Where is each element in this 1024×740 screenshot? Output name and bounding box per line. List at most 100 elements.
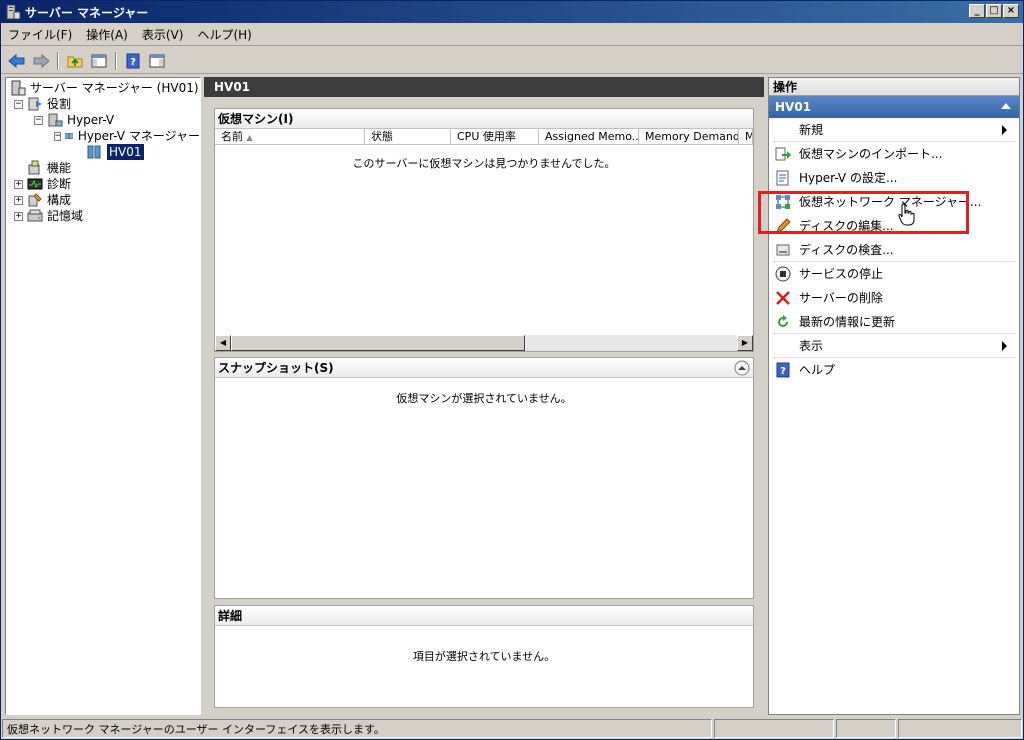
action-new[interactable]: 新規: [773, 118, 1015, 142]
collapse-toggle[interactable]: −: [14, 99, 23, 109]
collapse-toggle[interactable]: −: [34, 115, 43, 125]
action-inspect-disk[interactable]: ディスクの検査...: [773, 238, 1015, 262]
tree-label: 診断: [47, 177, 72, 191]
menu-bar: ファイル(F) 操作(A) 表示(V) ヘルプ(H): [1, 24, 1023, 46]
status-panel: [898, 719, 1022, 738]
scroll-thumb[interactable]: [231, 335, 525, 351]
navigation-tree: サーバー マネージャー (HV01) − 役割 − Hyper-V − Hype…: [5, 77, 201, 715]
back-icon[interactable]: [7, 51, 27, 71]
tree-item-storage[interactable]: + 記憶域: [6, 208, 200, 224]
hyperv-icon: [48, 113, 63, 127]
scroll-left-button[interactable]: ◀: [215, 335, 231, 351]
tree-label: 役割: [47, 97, 72, 111]
tree-item-hyperv-manager[interactable]: − Hyper-V マネージャー: [6, 128, 200, 144]
expand-toggle[interactable]: +: [14, 195, 23, 205]
action-label: Hyper-V の設定...: [799, 171, 898, 185]
inspect-disk-icon: [776, 244, 790, 256]
server-manager-icon: [6, 4, 21, 20]
svg-text:?: ?: [130, 57, 136, 68]
menu-action[interactable]: 操作(A): [79, 25, 135, 45]
expand-toggle[interactable]: +: [14, 179, 23, 189]
toolbar: ?: [1, 48, 1023, 74]
action-stop-service[interactable]: サービスの停止: [769, 262, 1019, 286]
title-bar[interactable]: サーバー マネージャー _ □ ×: [1, 1, 1023, 23]
actions-group-label: HV01: [775, 100, 812, 114]
horizontal-scrollbar[interactable]: ◀ ▶: [215, 335, 753, 351]
close-button[interactable]: ×: [1003, 4, 1019, 18]
server-icon: [87, 145, 101, 159]
action-label: サービスの停止: [799, 267, 884, 281]
tree-item-diagnostics[interactable]: + 診断: [6, 176, 200, 192]
status-text: 仮想ネットワーク マネージャーのユーザー インターフェイスを表示します。: [2, 719, 712, 738]
snapshot-empty-message: 仮想マシンが選択されていません。: [396, 392, 572, 405]
column-header-assigned-memory[interactable]: Assigned Memo...: [539, 129, 639, 144]
tree-item-hv01[interactable]: HV01: [6, 144, 200, 160]
submenu-arrow-icon: [1002, 125, 1007, 135]
action-import-vm[interactable]: 仮想マシンのインポート...: [769, 142, 1019, 166]
details-section: 詳細 項目が選択されていません。: [214, 605, 754, 708]
tree-item-server-manager[interactable]: サーバー マネージャー (HV01): [6, 80, 200, 96]
action-refresh[interactable]: 最新の情報に更新: [773, 310, 1015, 334]
column-header-name[interactable]: 名前 ▲: [215, 129, 365, 144]
maximize-button[interactable]: □: [986, 4, 1002, 18]
minimize-button[interactable]: _: [969, 4, 985, 18]
actions-pane: 操作 HV01 新規 仮想マシンのインポート... Hyper-V の設定...…: [768, 77, 1020, 715]
features-icon: [28, 160, 40, 175]
svg-text:?: ?: [780, 366, 786, 377]
action-view[interactable]: 表示: [773, 334, 1015, 358]
action-help[interactable]: ? ヘルプ: [769, 358, 1019, 382]
column-header-more[interactable]: M: [739, 129, 753, 144]
tree-label-selected: HV01: [107, 144, 144, 160]
expand-toggle[interactable]: +: [14, 211, 23, 221]
configuration-icon: [28, 193, 42, 207]
section-title: スナップショット(S): [215, 358, 753, 378]
status-panel: [714, 719, 834, 738]
scroll-right-button[interactable]: ▶: [737, 335, 753, 351]
section-title: 仮想マシン(I): [215, 109, 753, 129]
toolbar-separator: [115, 51, 117, 70]
section-title: 詳細: [215, 606, 753, 626]
highlight-annotation: [758, 191, 969, 234]
up-folder-icon[interactable]: [65, 51, 85, 71]
submenu-arrow-icon: [1002, 341, 1007, 351]
remove-server-icon: [776, 291, 790, 305]
column-header-memory-demand[interactable]: Memory Demand: [639, 129, 739, 144]
column-header-cpu[interactable]: CPU 使用率: [451, 129, 539, 144]
storage-icon: [27, 209, 43, 222]
action-label: 表示: [799, 339, 824, 353]
diagnostics-icon: [27, 178, 43, 190]
status-panel: [836, 719, 896, 738]
help-icon: ?: [776, 362, 790, 378]
tree-item-configuration[interactable]: + 構成: [6, 192, 200, 208]
action-hyperv-settings[interactable]: Hyper-V の設定...: [769, 166, 1019, 190]
collapse-section-icon[interactable]: [734, 360, 750, 376]
tree-item-hyperv[interactable]: − Hyper-V: [6, 112, 200, 128]
menu-file[interactable]: ファイル(F): [1, 25, 79, 45]
actions-header: 操作: [769, 78, 1019, 96]
help-icon[interactable]: ?: [123, 51, 143, 71]
menu-view[interactable]: 表示(V): [135, 25, 191, 45]
action-label: 新規: [799, 123, 824, 137]
tree-label: 記憶域: [47, 209, 84, 223]
menu-help[interactable]: ヘルプ(H): [190, 25, 258, 45]
tree-label: Hyper-V マネージャー: [77, 129, 200, 143]
show-hide-action-pane-icon[interactable]: [147, 51, 167, 71]
show-hide-tree-icon[interactable]: [89, 51, 109, 71]
actions-group-hv01[interactable]: HV01: [769, 96, 1019, 118]
action-label: ディスクの検査...: [799, 243, 894, 257]
action-label: 仮想マシンのインポート...: [799, 147, 943, 161]
results-pane: HV01 仮想マシン(I) 名前 ▲ 状態 CPU 使用率 Assigned M…: [204, 77, 764, 715]
results-header: HV01: [204, 77, 764, 97]
tree-item-roles[interactable]: − 役割: [6, 96, 200, 112]
action-remove-server[interactable]: サーバーの削除: [769, 286, 1019, 310]
vm-empty-message: このサーバーに仮想マシンは見つかりませんでした。: [352, 157, 616, 170]
roles-icon: [28, 97, 42, 111]
tree-item-features[interactable]: 機能: [6, 160, 200, 176]
collapse-icon[interactable]: [1001, 103, 1011, 109]
collapse-toggle[interactable]: −: [54, 131, 62, 141]
action-label: ヘルプ: [799, 363, 836, 377]
forward-icon[interactable]: [31, 51, 51, 71]
window-title: サーバー マネージャー: [25, 5, 149, 20]
action-label: サーバーの削除: [799, 291, 883, 305]
column-header-state[interactable]: 状態: [365, 129, 451, 144]
